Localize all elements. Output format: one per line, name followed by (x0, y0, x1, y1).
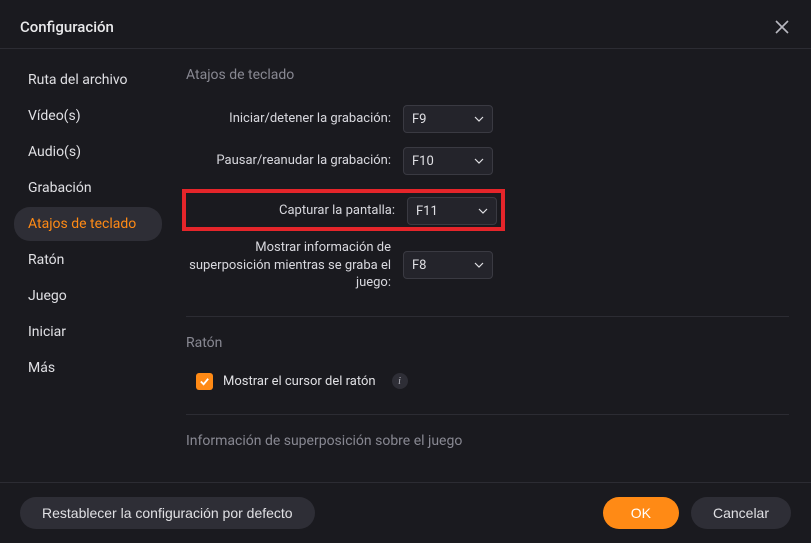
sidebar-item-mouse[interactable]: Ratón (14, 243, 162, 277)
sidebar: Ruta del archivo Vídeo(s) Audio(s) Graba… (0, 49, 172, 482)
cancel-button[interactable]: Cancelar (691, 497, 791, 529)
chevron-down-icon (474, 114, 484, 124)
divider (186, 414, 789, 415)
sidebar-item-label: Ruta del archivo (28, 72, 128, 88)
select-value: F11 (416, 204, 438, 219)
shortcut-row-overlay: Mostrar información de superposición mie… (186, 239, 789, 292)
dialog-title: Configuración (20, 18, 114, 36)
sidebar-item-more[interactable]: Más (14, 351, 162, 385)
sidebar-item-start[interactable]: Iniciar (14, 315, 162, 349)
info-icon[interactable]: i (392, 373, 408, 389)
select-value: F8 (412, 258, 427, 273)
highlight-annotation: Capturar la pantalla: F11 (182, 189, 505, 231)
reset-button[interactable]: Restablecer la configuración por defecto (20, 497, 315, 529)
dialog-body: Ruta del archivo Vídeo(s) Audio(s) Graba… (0, 48, 811, 483)
section-heading-overlay: Información de superposición sobre el ju… (186, 433, 789, 449)
sidebar-item-game[interactable]: Juego (14, 279, 162, 313)
sidebar-item-video[interactable]: Vídeo(s) (14, 99, 162, 133)
shortcut-select-pause[interactable]: F10 (403, 147, 493, 175)
close-icon (774, 19, 790, 35)
chevron-down-icon (474, 260, 484, 270)
shortcut-row-pause: Pausar/reanudar la grabación: F10 (186, 147, 789, 175)
footer-actions: OK Cancelar (603, 497, 791, 529)
shortcut-select-capture[interactable]: F11 (407, 197, 497, 225)
shortcut-label: Capturar la pantalla: (190, 202, 395, 220)
dialog-footer: Restablecer la configuración por defecto… (0, 483, 811, 543)
sidebar-item-label: Más (28, 360, 55, 376)
ok-button[interactable]: OK (603, 497, 679, 529)
shortcut-row-record: Iniciar/detener la grabación: F9 (186, 105, 789, 133)
sidebar-item-label: Iniciar (28, 324, 66, 340)
chevron-down-icon (474, 156, 484, 166)
sidebar-item-label: Audio(s) (28, 144, 81, 160)
sidebar-item-label: Grabación (28, 180, 92, 196)
shortcut-label: Iniciar/detener la grabación: (186, 110, 391, 128)
section-heading-mouse: Ratón (186, 335, 789, 351)
sidebar-item-shortcuts[interactable]: Atajos de teclado (14, 207, 162, 241)
divider (186, 316, 789, 317)
shortcut-select-overlay[interactable]: F8 (403, 251, 493, 279)
checkbox-row-cursor: Mostrar el cursor del ratón i (186, 373, 789, 390)
select-value: F10 (412, 154, 434, 169)
content-pane: Atajos de teclado Iniciar/detener la gra… (172, 49, 811, 482)
sidebar-item-recording[interactable]: Grabación (14, 171, 162, 205)
shortcut-select-record[interactable]: F9 (403, 105, 493, 133)
sidebar-item-label: Vídeo(s) (28, 108, 81, 124)
section-heading-shortcuts: Atajos de teclado (186, 67, 789, 83)
shortcut-label: Mostrar información de superposición mie… (186, 239, 391, 292)
sidebar-item-label: Atajos de teclado (28, 216, 136, 232)
sidebar-item-file-path[interactable]: Ruta del archivo (14, 63, 162, 97)
chevron-down-icon (478, 206, 488, 216)
check-icon (199, 376, 210, 387)
select-value: F9 (412, 112, 427, 127)
sidebar-item-label: Juego (28, 288, 67, 304)
shortcut-row-capture: Capturar la pantalla: F11 (190, 197, 497, 225)
checkbox-show-cursor[interactable] (196, 373, 213, 390)
sidebar-item-audio[interactable]: Audio(s) (14, 135, 162, 169)
close-button[interactable] (771, 16, 793, 38)
titlebar: Configuración (0, 0, 811, 48)
checkbox-label: Mostrar el cursor del ratón (223, 374, 376, 389)
shortcut-label: Pausar/reanudar la grabación: (186, 152, 391, 170)
sidebar-item-label: Ratón (28, 252, 64, 268)
